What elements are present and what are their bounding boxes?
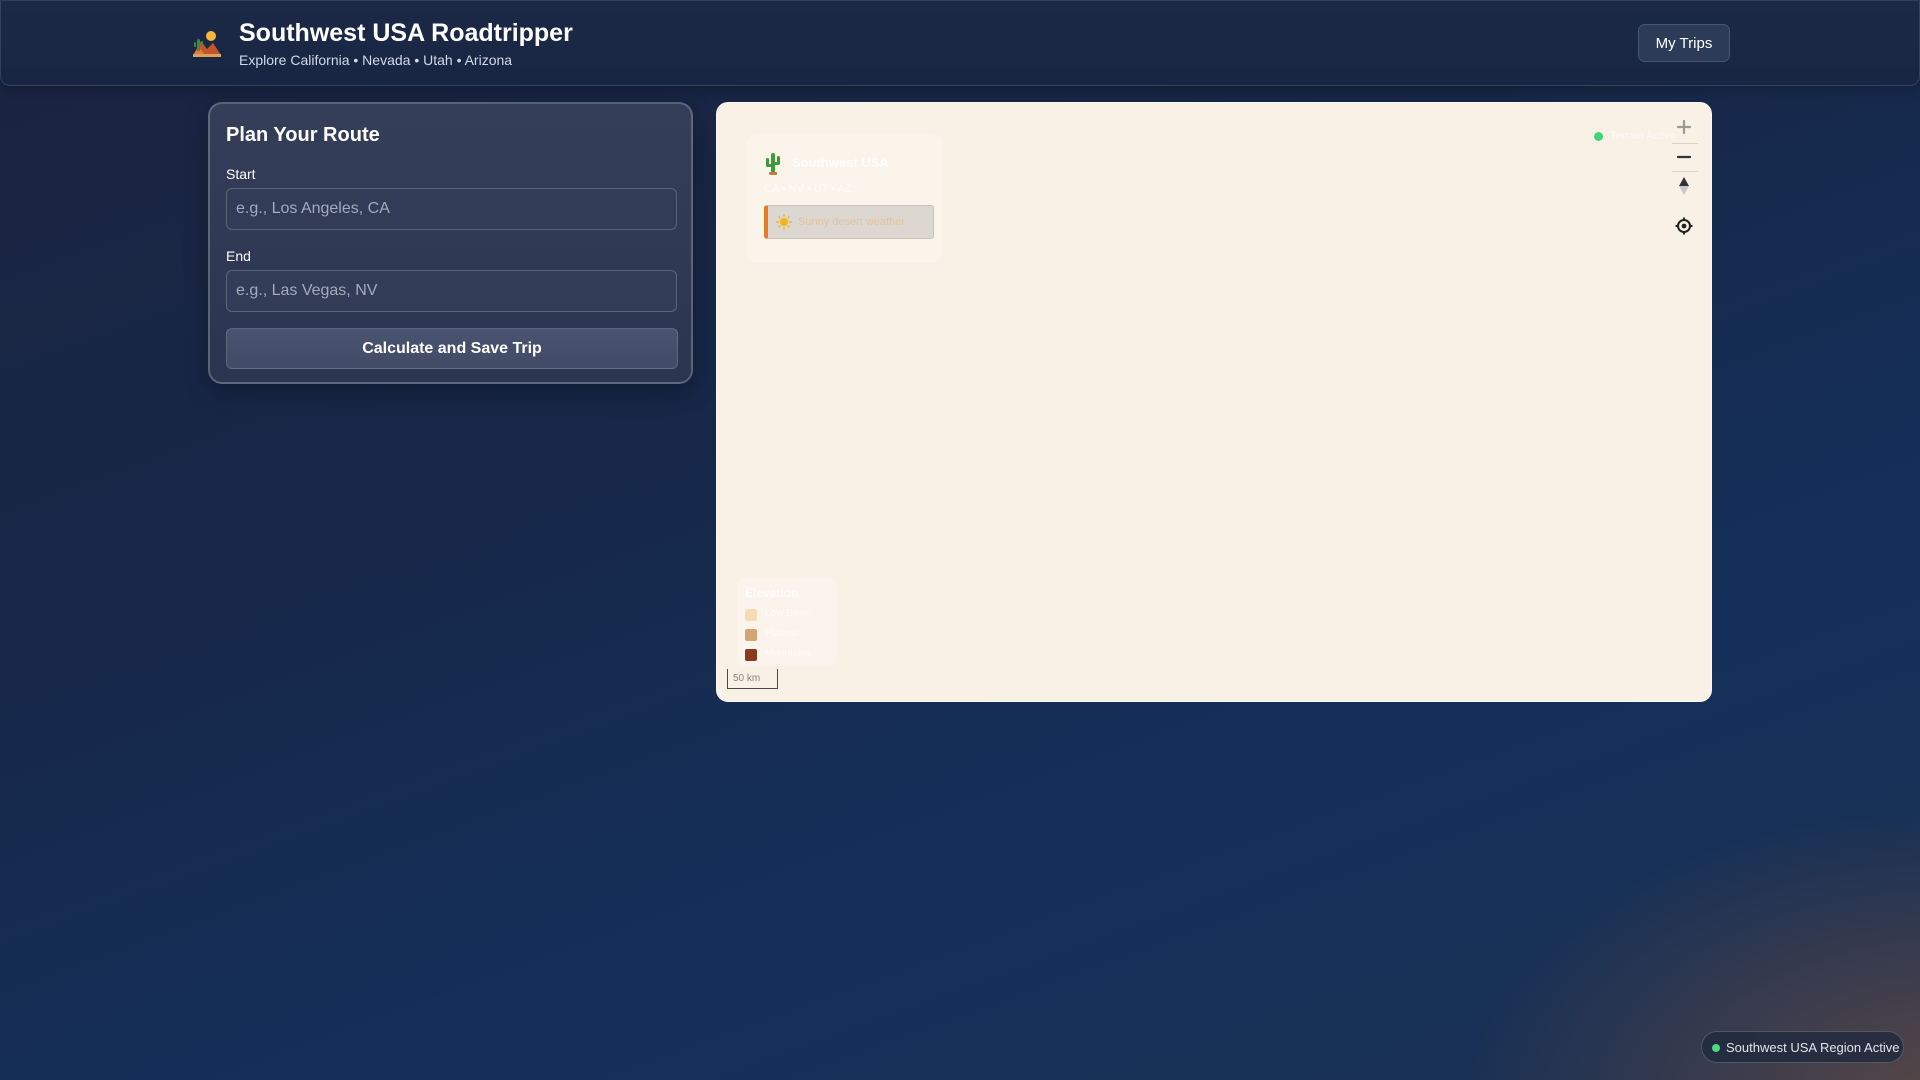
end-label: End [226, 248, 251, 264]
sun-icon [776, 214, 792, 230]
zoom-out-icon [1677, 155, 1691, 159]
start-label: Start [226, 166, 256, 182]
zoom-out-button[interactable] [1670, 143, 1698, 171]
elevation-legend: Elevation Low Basin Plateau Mountains [737, 578, 837, 666]
app-subtitle: Explore California • Nevada • Utah • Ari… [239, 52, 513, 68]
my-trips-button[interactable]: My Trips [1638, 24, 1730, 62]
region-status-text: Southwest USA Region Active [1726, 1040, 1900, 1055]
terrain-status-text: Terrain Active [1610, 130, 1677, 142]
calculate-save-trip-button[interactable]: Calculate and Save Trip [226, 328, 678, 369]
legend-swatch [745, 609, 757, 621]
map-view[interactable]: Southwest USA CA • NV • UT • AZ Sunny de… [716, 102, 1712, 702]
panel-title: Plan Your Route [226, 124, 380, 146]
status-dot [1712, 1044, 1720, 1052]
locate-icon [1675, 217, 1693, 235]
route-planner-panel: Plan Your Route Start End Calculate and … [208, 102, 693, 384]
map-scale-bar: 50 km [727, 669, 778, 689]
status-dot [1594, 132, 1603, 141]
compass-button[interactable] [1670, 172, 1698, 200]
region-states: CA • NV • UT • AZ [764, 183, 852, 195]
zoom-in-icon [1677, 120, 1691, 134]
legend-label: Mountains [765, 648, 812, 659]
legend-swatch [745, 629, 757, 641]
compass-icon [1679, 177, 1689, 195]
app-title: Southwest USA Roadtripper [239, 19, 573, 47]
weather-text: Sunny desert weather [798, 216, 906, 228]
weather-banner: Sunny desert weather [764, 205, 934, 239]
app-header: Southwest USA Roadtripper Explore Califo… [0, 0, 1920, 86]
locate-button[interactable] [1670, 212, 1698, 240]
legend-swatch [745, 649, 757, 661]
cactus-icon [766, 153, 780, 175]
region-name: Southwest USA [792, 155, 889, 170]
region-info-card: Southwest USA CA • NV • UT • AZ Sunny de… [747, 133, 942, 263]
desert-landscape-icon [193, 31, 221, 57]
scale-label: 50 km [733, 673, 761, 684]
legend-label: Plateau [765, 628, 799, 639]
end-input[interactable] [226, 270, 677, 312]
region-status-pill: Southwest USA Region Active [1701, 1031, 1904, 1063]
zoom-in-button[interactable] [1670, 113, 1698, 141]
legend-title: Elevation [745, 586, 799, 600]
start-input[interactable] [226, 188, 677, 230]
legend-label: Low Basin [765, 608, 812, 619]
